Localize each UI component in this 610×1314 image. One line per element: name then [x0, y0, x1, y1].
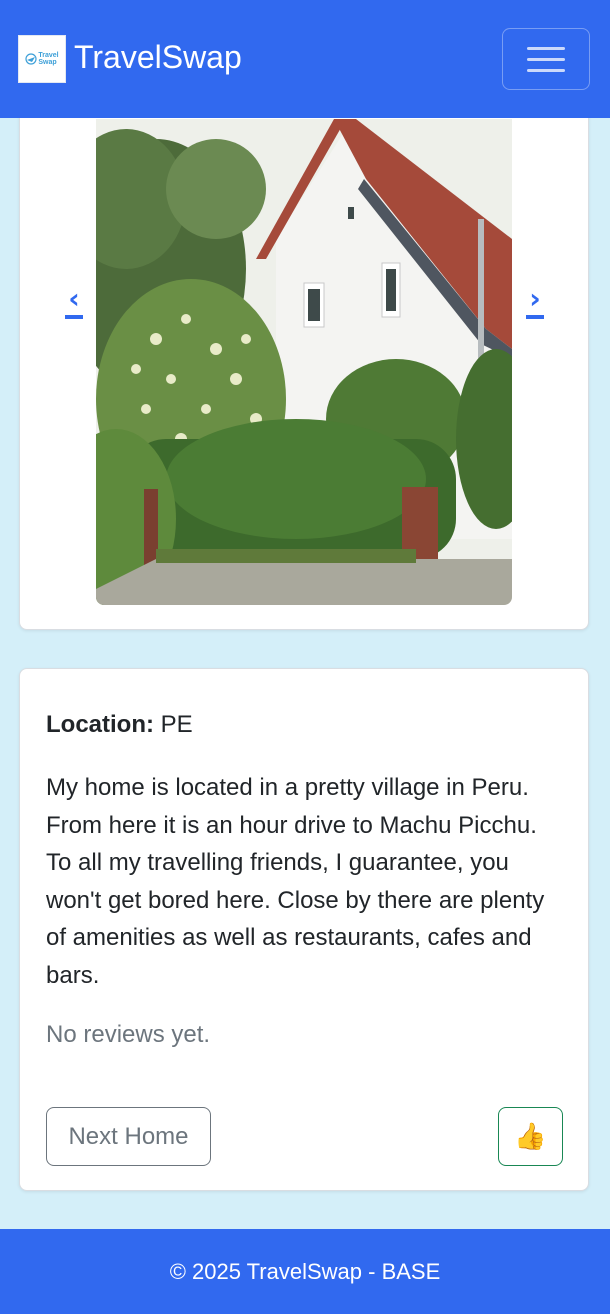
thumbs-up-icon: 👍: [514, 1121, 547, 1152]
top-navbar: Travel Swap TravelSwap: [0, 0, 610, 118]
brand-logo-text: Travel Swap: [38, 52, 59, 66]
hamburger-menu-icon-bar: [527, 57, 565, 61]
home-photo: [96, 119, 512, 605]
reviews-status: No reviews yet.: [46, 1021, 211, 1048]
brand-link[interactable]: Travel Swap TravelSwap: [18, 35, 242, 83]
brand-name: TravelSwap: [74, 38, 242, 75]
location-line: Location: PE: [46, 711, 193, 739]
listing-description: My home is located in a pretty village i…: [46, 774, 545, 989]
airplane-globe-icon: [25, 53, 37, 65]
location-value: PE: [160, 711, 193, 738]
navbar-toggle-button[interactable]: [502, 28, 590, 90]
next-home-button[interactable]: Next Home: [46, 1107, 211, 1166]
footer-copyright: © 2025 TravelSwap - BASE: [169, 1258, 441, 1284]
photo-carousel-card: ‹ ›: [19, 96, 589, 630]
page-footer: © 2025 TravelSwap - BASE: [0, 1229, 610, 1314]
listing-details-card: Location: PE My home is located in a pre…: [19, 668, 589, 1191]
brand-logo: Travel Swap: [18, 35, 66, 83]
carousel-next-button[interactable]: ›: [526, 283, 544, 319]
hamburger-menu-icon: [527, 46, 565, 50]
house-photo-image: [96, 119, 512, 605]
hamburger-menu-icon-bar: [527, 68, 565, 72]
carousel-prev-button[interactable]: ‹: [65, 283, 83, 319]
thumbs-up-like-button[interactable]: 👍: [498, 1107, 563, 1166]
location-label: Location:: [46, 711, 154, 738]
